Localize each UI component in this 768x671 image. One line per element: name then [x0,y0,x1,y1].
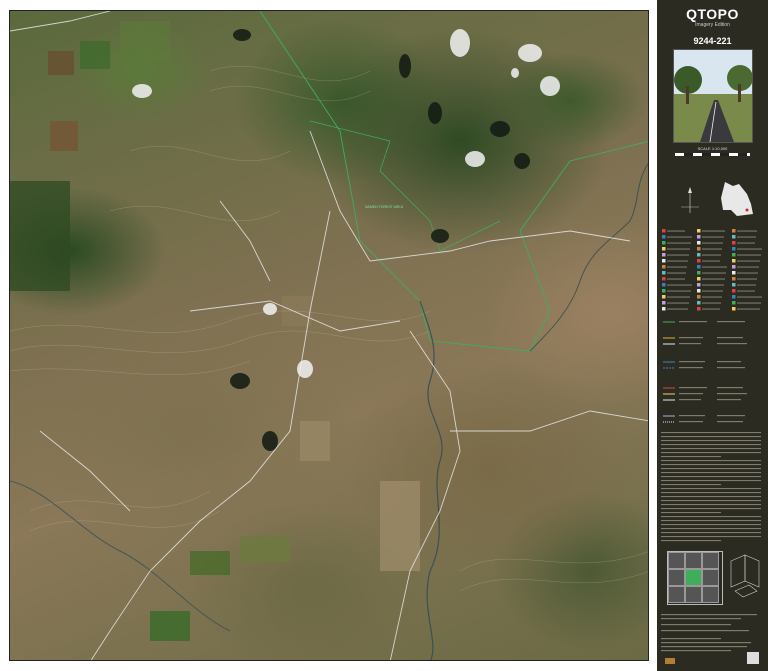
legend-symbol [732,253,736,257]
queensland-locator-map [721,182,753,216]
legend-symbol [662,247,666,251]
legend-symbol [662,271,666,275]
legend-symbol [697,289,701,293]
legend-symbol [697,271,701,275]
legend-symbol [697,301,701,305]
legend-symbol [732,265,736,269]
cover-photo [673,49,753,143]
field [120,21,170,61]
contour-lines [10,66,648,592]
legend-symbol [697,259,701,263]
legend-symbol [662,277,666,281]
legend-symbol [697,253,701,257]
park-boundary [259,11,648,352]
product-title: QTOPO [686,6,739,22]
legend-symbol [732,307,736,311]
north-arrow-icon [681,187,699,213]
legend-symbol [662,307,666,311]
legend-symbol [662,229,666,233]
legend-symbol [697,241,701,245]
legend-symbol [732,277,736,281]
scale-label: SCALE 1:10,000 [697,146,728,151]
legend-symbol [697,247,701,251]
field [80,41,110,69]
field [150,611,190,641]
legend-symbol [697,277,701,281]
legend-line-samples [663,321,747,423]
legend-symbol [732,271,736,275]
legend-symbol [662,259,666,263]
legend-symbol [697,295,701,299]
legend-symbol [697,235,701,239]
legend-symbol [732,259,736,263]
legend-symbol [662,241,666,245]
explanatory-notes [661,432,761,542]
creek [419,300,443,660]
roads [10,11,648,660]
product-subtitle: Imagery Edition [695,22,730,28]
legend-symbol-grid [662,229,762,311]
legend-panel: QTOPO Imagery Edition 9244-221 SCALE 1:1… [657,0,768,671]
scale-bar [675,153,750,156]
qr-code-icon [747,652,759,664]
legend-symbol [697,229,701,233]
adjoining-sheets-index [667,551,723,605]
legend-symbol [732,295,736,299]
legend-symbol [697,283,701,287]
legend-symbol [662,283,666,287]
legend-symbol [732,229,736,233]
field [50,121,78,151]
field [190,551,230,575]
legend-symbol [732,301,736,305]
legend-symbol [662,301,666,305]
cloud-shadows [230,29,530,451]
field [300,421,330,461]
legend-symbol [662,295,666,299]
map-overlay: NAMED FOREST AREA [10,11,648,660]
legend-symbol [732,289,736,293]
legend-symbol [662,265,666,269]
current-sheet-cell [685,569,702,586]
footer-notes [661,614,759,664]
sheet-number: 9244-221 [693,36,732,46]
legend-symbol [662,253,666,257]
legend-symbol [732,283,736,287]
legend-symbol [732,247,736,251]
clouds [132,29,560,378]
feature-label: NAMED FOREST AREA [365,205,404,209]
field [380,481,420,571]
forest-block [10,181,70,291]
satellite-map[interactable]: NAMED FOREST AREA [9,10,649,661]
creek-east [529,163,648,352]
legend-symbol [662,235,666,239]
legend-symbol [732,235,736,239]
legend-symbol [697,307,701,311]
map-sheet: NAMED FOREST AREA QTOPO Imagery Edition … [0,0,768,671]
legend-symbol [697,265,701,269]
park-boundary-inner [309,120,501,252]
field [240,536,290,562]
field [48,51,74,75]
legend-symbol [732,241,736,245]
government-logo-icon [665,658,675,664]
map-series-diagram [730,554,760,598]
legend-symbol [662,289,666,293]
